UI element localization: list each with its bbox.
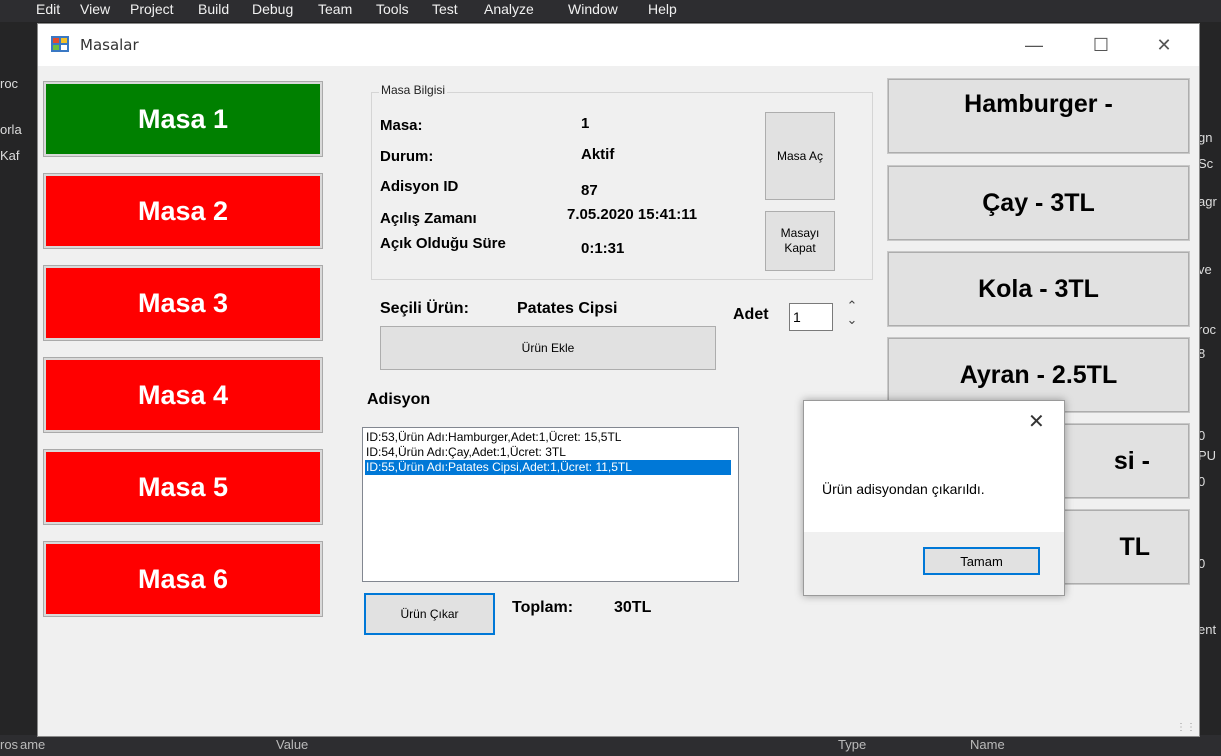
close-button[interactable]: ✕ xyxy=(1141,30,1187,60)
toplam-value: 30TL xyxy=(614,599,652,616)
minimize-button[interactable]: — xyxy=(1011,30,1057,60)
masalar-window: Masalar — ☐ ✕ Masa 1 Masa 2 Masa 3 Masa … xyxy=(37,23,1200,737)
ide-right-text: agr xyxy=(1198,194,1217,209)
resize-grip-icon[interactable]: ⋮⋮ xyxy=(1176,722,1196,733)
masa-label: Masa: xyxy=(380,117,423,134)
adet-stepper[interactable]: ⌃ ⌄ xyxy=(844,299,860,327)
durum-value: Aktif xyxy=(581,146,615,163)
ide-menu-debug[interactable]: Debug xyxy=(252,1,293,17)
maximize-button[interactable]: ☐ xyxy=(1078,30,1124,60)
chevron-down-icon[interactable]: ⌄ xyxy=(844,313,860,327)
ide-bottom-panel: ros ame Value Type Name xyxy=(0,735,1221,756)
ide-right-text: ve xyxy=(1198,262,1212,277)
masayi-kapat-label-2: Kapat xyxy=(784,241,816,255)
ide-right-text: Sc xyxy=(1198,156,1214,171)
ide-right-text: roc xyxy=(1198,322,1217,337)
chevron-up-icon[interactable]: ⌃ xyxy=(844,299,860,313)
adet-label: Adet xyxy=(733,306,769,323)
ide-right-text: gn xyxy=(1198,130,1213,145)
ide-bottom-column-type: Type xyxy=(838,737,867,752)
dialog-close-button[interactable]: ✕ xyxy=(1028,409,1045,434)
ide-menu-edit[interactable]: Edit xyxy=(36,1,60,17)
app-icon xyxy=(51,36,69,52)
group-legend: Masa Bilgisi xyxy=(379,83,448,97)
list-item[interactable]: ID:54,Ürün Adı:Çay,Adet:1,Ücret: 3TL xyxy=(365,445,736,460)
adisyon-list[interactable]: ID:53,Ürün Adı:Hamburger,Adet:1,Ücret: 1… xyxy=(362,427,739,582)
durum-label: Durum: xyxy=(380,148,434,165)
masa-6-button[interactable]: Masa 6 xyxy=(43,541,323,617)
ide-right-text: ent xyxy=(1198,622,1217,637)
ide-menu-build[interactable]: Build xyxy=(198,1,229,17)
list-item-selected[interactable]: ID:55,Ürün Adı:Patates Cipsi,Adet:1,Ücre… xyxy=(365,460,731,475)
ide-menu-view[interactable]: View xyxy=(80,1,110,17)
ide-left-text: roc xyxy=(0,76,19,91)
adisyon-heading: Adisyon xyxy=(367,391,431,408)
ide-bottom-column-name: Name xyxy=(970,737,1005,752)
product-hamburger-button[interactable]: Hamburger - xyxy=(887,78,1190,154)
ide-left-text: orla xyxy=(0,122,22,137)
ide-menu-tools[interactable]: Tools xyxy=(376,1,409,17)
dialog-message: Ürün adisyondan çıkarıldı. xyxy=(822,481,985,497)
masa-5-button[interactable]: Masa 5 xyxy=(43,449,323,525)
secili-urun-value: Patates Cipsi xyxy=(517,300,618,317)
ide-menu-bar: Edit View Project Build Debug Team Tools… xyxy=(0,0,1221,22)
masa-1-button[interactable]: Masa 1 xyxy=(43,81,323,157)
acik-sure-value: 0:1:31 xyxy=(581,240,625,257)
acilis-zamani-value: 7.05.2020 15:41:11 xyxy=(567,206,698,223)
ide-menu-help[interactable]: Help xyxy=(648,1,677,17)
toplam-label: Toplam: xyxy=(512,599,574,616)
ide-menu-window[interactable]: Window xyxy=(568,1,618,17)
product-cay-button[interactable]: Çay - 3TL xyxy=(887,165,1190,241)
ide-bottom-column-value: Value xyxy=(276,737,309,752)
ide-bottom-text: ame xyxy=(20,737,46,752)
window-title: Masalar xyxy=(80,36,139,54)
message-body: ✕ Ürün adisyondan çıkarıldı. xyxy=(804,401,1064,532)
acilis-zamani-label: Açılış Zamanı xyxy=(380,210,477,227)
ide-menu-analyze[interactable]: Analyze xyxy=(484,1,534,17)
ide-left-text: Kaf xyxy=(0,148,20,163)
masa-value: 1 xyxy=(581,115,590,132)
ide-right-panel: gn Sc agr ve roc 8 0 PU 0 0 ent xyxy=(1198,22,1221,756)
ide-right-text: PU xyxy=(1198,448,1217,463)
title-bar[interactable]: Masalar — ☐ ✕ xyxy=(38,24,1199,66)
masayi-kapat-label-1: Masayı xyxy=(780,226,820,240)
ide-menu-team[interactable]: Team xyxy=(318,1,352,17)
adisyon-id-value: 87 xyxy=(581,182,598,199)
masa-2-button[interactable]: Masa 2 xyxy=(43,173,323,249)
message-dialog: ✕ Ürün adisyondan çıkarıldı. Tamam xyxy=(803,400,1065,596)
dialog-ok-button[interactable]: Tamam xyxy=(923,547,1040,575)
ide-left-panel: roc orla Kaf xyxy=(0,22,40,756)
ide-menu-test[interactable]: Test xyxy=(432,1,458,17)
urun-cikar-button[interactable]: Ürün Çıkar xyxy=(364,593,495,635)
ide-menu-project[interactable]: Project xyxy=(130,1,174,17)
list-item[interactable]: ID:53,Ürün Adı:Hamburger,Adet:1,Ücret: 1… xyxy=(365,430,736,445)
masa-4-button[interactable]: Masa 4 xyxy=(43,357,323,433)
ide-bottom-text: ros xyxy=(0,737,19,752)
masa-3-button[interactable]: Masa 3 xyxy=(43,265,323,341)
secili-urun-label: Seçili Ürün: xyxy=(380,300,469,317)
masayi-kapat-button[interactable]: Masayı Kapat xyxy=(765,211,835,271)
adisyon-id-label: Adisyon ID xyxy=(380,178,459,195)
adet-input[interactable]: 1 xyxy=(789,303,833,331)
product-kola-button[interactable]: Kola - 3TL xyxy=(887,251,1190,327)
masa-ac-button[interactable]: Masa Aç xyxy=(765,112,835,200)
acik-sure-label: Açık Olduğu Süre xyxy=(380,235,506,252)
urun-ekle-button[interactable]: Ürün Ekle xyxy=(380,326,716,370)
